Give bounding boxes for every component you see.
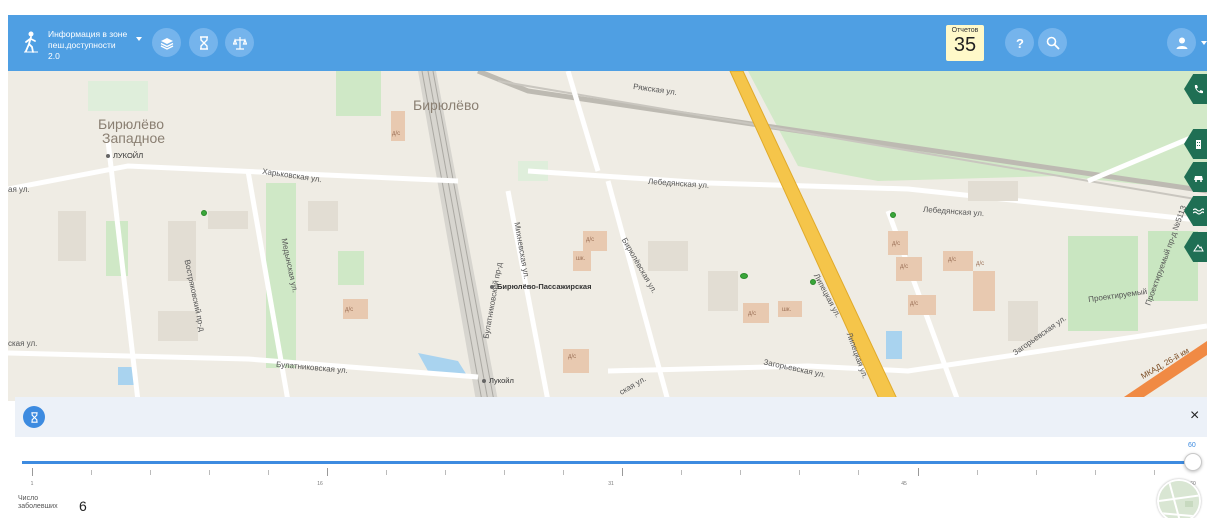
- balance-icon: [232, 36, 247, 50]
- tick-label: 45: [901, 481, 907, 487]
- slider-tick: [209, 470, 211, 475]
- tick-label: 1: [30, 481, 34, 487]
- wave-icon: [1193, 207, 1204, 215]
- district-label: Бирюлёво: [413, 97, 480, 113]
- slider-tick: [799, 470, 801, 475]
- chevron-down-icon[interactable]: [136, 37, 142, 41]
- slider-tick: [622, 468, 624, 476]
- slider-tick: [32, 468, 33, 476]
- car-icon: [1194, 175, 1203, 182]
- slider-tick: [327, 468, 329, 476]
- building-label: д/с: [392, 131, 401, 137]
- count-value: 6: [79, 498, 87, 514]
- building-label: д/с: [976, 261, 985, 267]
- district-label: Бирюлёво: [98, 116, 165, 132]
- slider-value: 60: [1188, 442, 1196, 449]
- case-marker[interactable]: [810, 279, 816, 285]
- building-label: д/с: [586, 237, 595, 243]
- layers-button[interactable]: [152, 28, 181, 57]
- slider-tick: [681, 470, 683, 475]
- building-label: шк.: [576, 256, 586, 262]
- district-label: Западное: [102, 130, 166, 146]
- reports-count: 35: [953, 34, 977, 56]
- building-label: д/с: [892, 241, 901, 247]
- building-label: д/с: [568, 354, 577, 360]
- slider-tick: [858, 470, 860, 475]
- app-title-line1: Информация в зоне: [48, 29, 128, 39]
- time-filter-button[interactable]: [189, 28, 218, 57]
- street-label: ая ул.: [8, 185, 30, 194]
- slider-tick: [268, 470, 270, 475]
- poi-gas-station[interactable]: ЛУКОЙЛ: [106, 151, 143, 160]
- search-button[interactable]: [1038, 28, 1067, 57]
- layers-icon: [160, 37, 173, 50]
- close-button[interactable]: ×: [1190, 407, 1199, 425]
- count-label-line2: заболевших: [18, 503, 58, 510]
- poi-gas-station[interactable]: Лукойл: [482, 376, 514, 385]
- search-icon: [1046, 36, 1060, 50]
- poi-railway-station[interactable]: Бирюлёво-Пассажирская: [490, 282, 591, 291]
- phone-icon: [1194, 84, 1203, 93]
- mountain-icon: [1193, 243, 1204, 251]
- count-label: Число заболевших: [18, 495, 58, 511]
- slider-tick: [386, 470, 388, 475]
- chevron-down-icon[interactable]: [1201, 41, 1207, 45]
- slider-tick: [740, 470, 742, 475]
- user-menu-button[interactable]: [1167, 28, 1196, 57]
- slider-tick: [917, 468, 919, 476]
- case-marker[interactable]: [890, 212, 896, 218]
- building-label: д/с: [910, 301, 919, 307]
- reports-label: Отчетов: [951, 27, 979, 34]
- compare-button[interactable]: [225, 28, 254, 57]
- map-base-layer: [8, 71, 1207, 401]
- top-toolbar: Информация в зоне пеш.доступности 2.0 От…: [8, 15, 1207, 71]
- count-label-line1: Число: [18, 495, 39, 502]
- reports-counter[interactable]: Отчетов 35: [946, 25, 984, 61]
- building-label: д/с: [948, 257, 957, 263]
- user-icon: [1176, 37, 1187, 49]
- building-icon: [1196, 139, 1201, 149]
- slider-tick: [976, 470, 978, 475]
- tick-label: 31: [608, 481, 614, 487]
- map-view[interactable]: Бирюлёво Западное Бирюлёво Харьковская у…: [8, 71, 1207, 401]
- time-filter-panel: × 60 1 16 31 45 60 Число заболевших 6: [15, 397, 1207, 518]
- slider-tick: [504, 470, 506, 475]
- pedestrian-icon: [24, 31, 38, 53]
- slider-tick: [1035, 470, 1037, 475]
- time-filter-toggle[interactable]: [23, 406, 45, 428]
- hourglass-icon: [30, 411, 38, 423]
- basemap-switcher[interactable]: [1157, 479, 1201, 518]
- slider-tick: [445, 470, 447, 475]
- tick-label: 16: [317, 481, 323, 487]
- building-label: д/с: [748, 311, 757, 317]
- svg-text:?: ?: [1016, 36, 1024, 50]
- day-slider-handle[interactable]: [1184, 453, 1202, 471]
- slider-tick: [150, 470, 152, 475]
- help-icon: ?: [1016, 36, 1024, 50]
- building-label: шк.: [782, 307, 792, 313]
- map-thumbnail-icon: [1159, 481, 1199, 518]
- hourglass-icon: [199, 35, 208, 50]
- panel-header: ×: [15, 397, 1207, 437]
- case-marker[interactable]: [201, 210, 207, 216]
- case-marker[interactable]: [740, 273, 748, 279]
- day-slider-track[interactable]: [22, 461, 1193, 464]
- help-button[interactable]: ?: [1005, 28, 1034, 57]
- building-label: д/с: [345, 307, 354, 313]
- app-title[interactable]: Информация в зоне пеш.доступности 2.0: [48, 29, 128, 62]
- app-title-line2: пеш.доступности 2.0: [48, 40, 116, 61]
- street-label: ская ул.: [8, 339, 38, 348]
- building-label: д/с: [900, 264, 909, 270]
- slider-tick: [91, 470, 93, 475]
- slider-tick: [563, 470, 565, 475]
- slider-tick: [1094, 470, 1096, 475]
- slider-tick: [1153, 470, 1155, 475]
